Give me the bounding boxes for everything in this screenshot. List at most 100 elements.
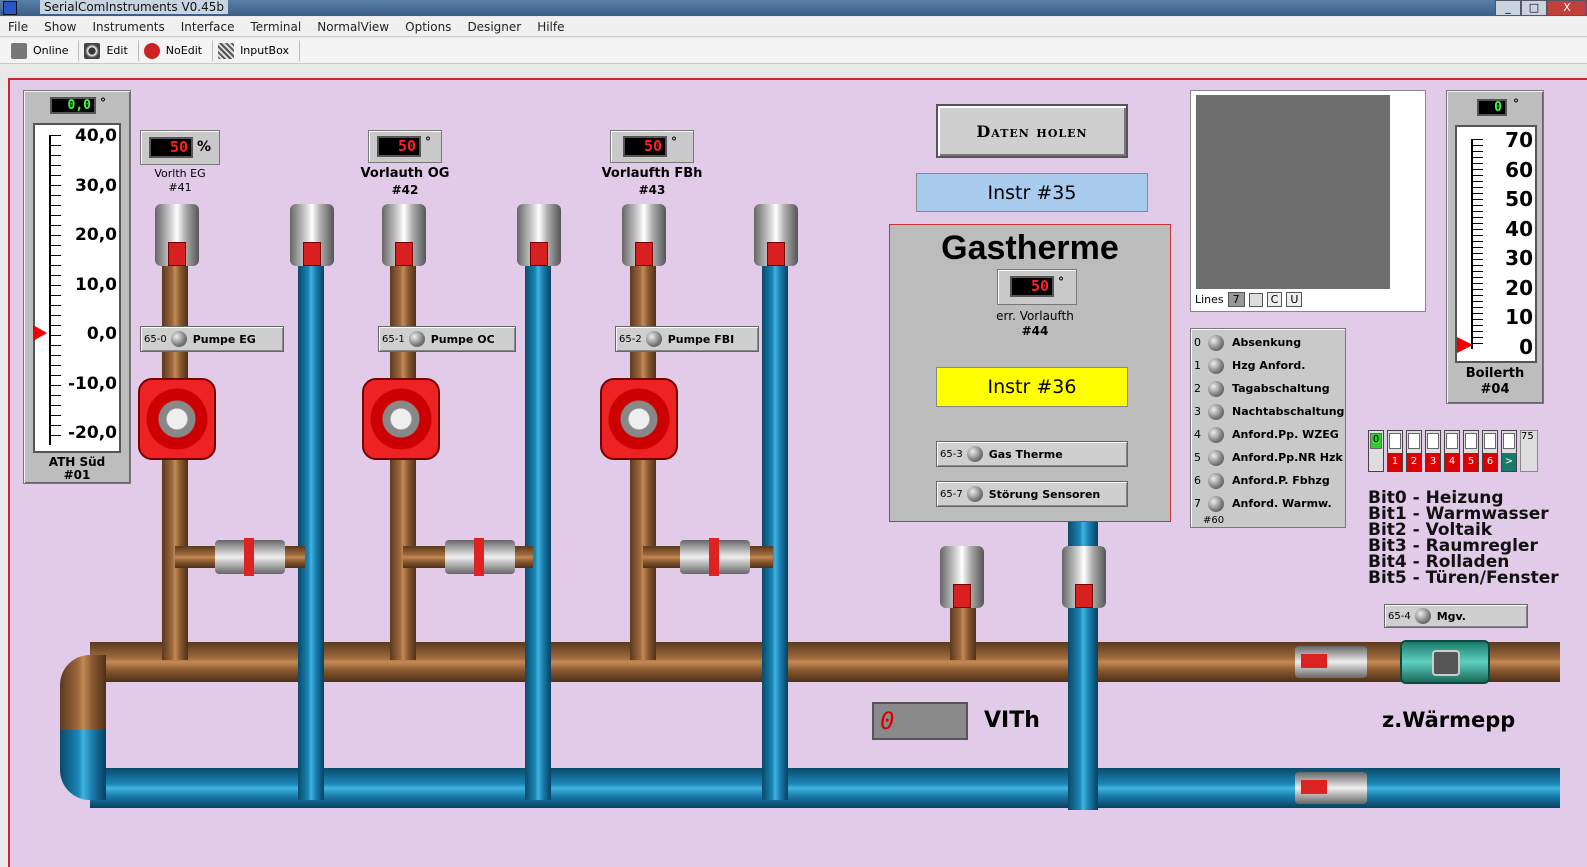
boiler-scale-labels: 70 60 50 40 30 20 10 0	[1485, 127, 1535, 365]
mgv-button[interactable]: 65-4 Mgv.	[1384, 604, 1528, 628]
gauge-41-value: 50	[149, 137, 193, 158]
bit-switch-1[interactable]: 1	[1387, 430, 1403, 472]
menu-hilfe[interactable]: Hilfe	[529, 20, 572, 34]
valve-og-hot[interactable]	[382, 204, 426, 266]
edit-icon	[84, 42, 101, 59]
bit-switch-5[interactable]: 5	[1463, 430, 1479, 472]
gauge-42-id: #42	[391, 183, 419, 197]
gauge-44-label: err. Vorlaufth	[996, 309, 1074, 323]
close-button[interactable]: X	[1547, 0, 1587, 16]
status-item: 1 Hzg Anford.	[1194, 357, 1306, 374]
status-led	[1208, 449, 1224, 466]
gastherme-title: Gastherme	[941, 229, 1119, 267]
hot-riser-og	[390, 260, 416, 660]
ath-unit: °	[100, 96, 106, 110]
scale-label: 50	[1505, 187, 1533, 211]
gauge-42-label: Vorlauth OG	[360, 166, 450, 181]
status-led	[1208, 357, 1224, 374]
valve-og-cold[interactable]	[517, 204, 561, 266]
inputbox-button[interactable]: InputBox	[213, 39, 300, 62]
valve-gas-cold[interactable]	[1062, 546, 1106, 608]
boiler-marker	[1457, 337, 1473, 353]
toolbar: Online Edit NoEdit InputBox	[0, 38, 1587, 64]
gauge-44-unit: °	[1058, 275, 1064, 289]
valve-fbh-cold[interactable]	[754, 204, 798, 266]
status-led	[1208, 426, 1224, 443]
boiler-unit: °	[1513, 97, 1519, 111]
hot-riser-eg	[162, 260, 188, 660]
scale-label: 0	[1519, 334, 1533, 359]
bit-switch-6[interactable]: 6	[1482, 430, 1498, 472]
valve-waermepp-cold[interactable]	[1295, 772, 1367, 804]
scale-label: 30	[1505, 246, 1533, 270]
menu-interface[interactable]: Interface	[173, 20, 243, 34]
hot-bend-pipe	[60, 655, 106, 735]
valve-eg-cold[interactable]	[290, 204, 334, 266]
bit-switch-0[interactable]: 0	[1368, 430, 1384, 472]
bypass-valve-eg[interactable]	[215, 538, 285, 576]
menu-file[interactable]: File	[0, 20, 36, 34]
scale-label: 30,0	[75, 175, 117, 196]
pump-eg-graphic	[138, 378, 216, 460]
terminal-lines-spinner[interactable]	[1248, 292, 1263, 307]
menu-designer[interactable]: Designer	[459, 20, 529, 34]
bypass-valve-og[interactable]	[445, 538, 515, 576]
bit-switch-2[interactable]: 2	[1406, 430, 1422, 472]
valve-waermepp-hot[interactable]	[1295, 646, 1367, 678]
pump-og-button[interactable]: 65-1 Pumpe OC	[378, 326, 516, 352]
gauge-43-value: 50	[623, 136, 667, 157]
daten-holen-button[interactable]: Daten holen	[936, 104, 1128, 158]
cold-riser-fbh	[762, 260, 788, 800]
menu-bar: File Show Instruments Interface Terminal…	[0, 17, 1587, 37]
scale-label: -10,0	[68, 373, 117, 394]
inputbox-icon	[218, 42, 235, 59]
gauge-43-unit: °	[671, 135, 677, 149]
pump-fbh-led	[645, 331, 662, 347]
scale-label: 70	[1505, 128, 1533, 152]
bit-switch-7[interactable]: >	[1501, 430, 1517, 472]
gauge-41-id: #41	[168, 181, 192, 194]
boiler-value: 0	[1477, 99, 1507, 116]
terminal-u-button[interactable]: U	[1286, 292, 1303, 307]
pump-fbh-button[interactable]: 65-2 Pumpe FBI	[615, 326, 759, 352]
terminal-lines-input[interactable]: 7	[1227, 292, 1245, 307]
scale-label: 20,0	[75, 225, 117, 245]
window-title: SerialComInstruments V0.45b	[40, 0, 228, 14]
gauge-41-label: Vorlth EG	[154, 167, 206, 180]
scale-label: 20	[1505, 275, 1533, 300]
valve-eg-hot[interactable]	[155, 204, 199, 266]
gauge-43-label: Vorlaufth FBh	[601, 166, 703, 181]
vith-display: 0	[872, 702, 968, 740]
gas-therme-button[interactable]: 65-3 Gas Therme	[936, 441, 1128, 467]
menu-options[interactable]: Options	[397, 20, 459, 34]
bypass-valve-fbh[interactable]	[680, 538, 750, 576]
scale-label: 60	[1505, 157, 1533, 182]
status-item: 6 Anford.P. Fbhzg	[1194, 472, 1330, 489]
title-bar: SerialComInstruments V0.45b _ □ X	[0, 0, 1587, 16]
pump-eg-led	[170, 331, 187, 347]
edit-button[interactable]: Edit	[79, 39, 139, 62]
online-button[interactable]: Online	[6, 39, 80, 62]
ath-thermometer: 0,0 ° 40,0 30,0 20,0 10,0 0,0 -10,0 -20,0 ATH …	[23, 90, 131, 484]
pump-eg-button[interactable]: 65-0 Pumpe EG	[140, 326, 284, 352]
maximize-button[interactable]: □	[1521, 0, 1547, 16]
stoerung-sensoren-led	[966, 486, 983, 502]
menu-show[interactable]: Show	[36, 20, 84, 34]
valve-fbh-hot[interactable]	[622, 204, 666, 266]
boiler-thermometer: 0 ° 70 60 50 40 30 20 10 0 Boilerth #04	[1446, 90, 1544, 404]
status-led	[1208, 403, 1224, 420]
bit-switch-4[interactable]: 4	[1444, 430, 1460, 472]
valve-gas-hot[interactable]	[940, 546, 984, 608]
bit-switch-3[interactable]: 3	[1425, 430, 1441, 472]
stoerung-sensoren-button[interactable]: 65-7 Störung Sensoren	[936, 481, 1128, 507]
status-list: 0 Absenkung 1 Hzg Anford. 2 Tagabschaltung 3 Na…	[1190, 328, 1346, 528]
terminal-clear-button[interactable]: C	[1266, 292, 1283, 307]
menu-instruments[interactable]: Instruments	[84, 20, 172, 34]
menu-normalview[interactable]: NormalView	[309, 20, 397, 34]
status-item: 3 Nachtabschaltung	[1194, 403, 1345, 420]
minimize-button[interactable]: _	[1495, 0, 1521, 16]
scale-label: -20,0	[68, 423, 117, 443]
noedit-button[interactable]: NoEdit	[139, 39, 214, 62]
status-list-id: #60	[1203, 515, 1225, 526]
menu-terminal[interactable]: Terminal	[243, 20, 310, 34]
